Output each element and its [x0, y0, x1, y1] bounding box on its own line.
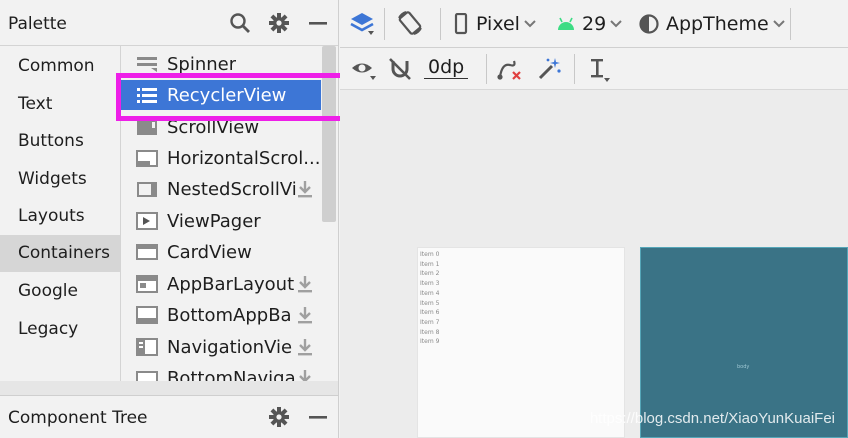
gear-icon[interactable] [266, 10, 292, 36]
widget-label: HorizontalScrol... [167, 147, 321, 169]
horizontal-scrollbar[interactable] [0, 381, 338, 395]
toolbar-separator [574, 54, 575, 84]
recycler-item: Item 5 [420, 299, 440, 307]
widget-label: BottomAppBa [167, 304, 292, 326]
recycler-item: Item 4 [420, 289, 440, 297]
widget-label: AppBarLayout [167, 273, 295, 295]
download-icon[interactable] [297, 306, 313, 329]
minimize-icon[interactable] [305, 10, 331, 36]
widget-label: CardView [167, 241, 252, 263]
widget-label: ViewPager [167, 210, 261, 232]
toolbar-separator [486, 54, 487, 84]
device-label: Pixel [476, 13, 520, 35]
recycler-item: Item 0 [420, 251, 440, 258]
palette-header: Palette [0, 0, 338, 46]
search-icon[interactable] [227, 10, 253, 36]
chevron-down-icon [772, 20, 785, 28]
design-editor: Pixel 29 AppTheme 0dp Item 0 Item 1 Item… [340, 0, 848, 438]
widget-label: NestedScrollVi [167, 178, 297, 200]
autoconnect-off-icon[interactable] [388, 57, 412, 81]
theme-icon [639, 14, 659, 34]
layers-icon[interactable] [348, 10, 376, 38]
chevron-down-icon [610, 20, 622, 28]
default-margin-value: 0dp [424, 56, 469, 79]
toolbar-separator [384, 8, 385, 40]
recycler-item: Item 8 [420, 328, 440, 336]
view-options-icon[interactable] [350, 57, 380, 81]
toolbar-separator [440, 8, 441, 40]
widget-label: NavigationVie [167, 336, 293, 358]
android-icon [558, 17, 574, 30]
bottomappbar-icon [135, 304, 159, 326]
category-widgets[interactable]: Widgets [0, 161, 120, 198]
gear-icon[interactable] [266, 404, 292, 430]
widget-label: BottomNaviga [167, 367, 296, 382]
widget-nestedscrollview[interactable]: NestedScrollVi [121, 174, 321, 204]
recycler-item: Item 6 [420, 309, 440, 317]
phone-icon [454, 13, 468, 35]
category-layouts[interactable]: Layouts [0, 198, 120, 235]
horizontal-scrollview-icon [135, 147, 159, 169]
category-legacy[interactable]: Legacy [0, 311, 120, 348]
widget-appbarlayout[interactable]: AppBarLayout [121, 269, 321, 299]
recycler-item: Item 3 [420, 280, 440, 288]
minimize-icon[interactable] [305, 404, 331, 430]
navigationview-icon [135, 336, 159, 358]
widget-label: Spinner [167, 53, 237, 75]
constraint-toolbar: 0dp [340, 48, 848, 90]
recycler-item: Item 9 [420, 338, 440, 346]
widget-bottomappbar[interactable]: BottomAppBa [121, 300, 321, 330]
widget-bottomnavigation[interactable]: BottomNaviga [121, 363, 321, 381]
bottomnavigation-icon [135, 367, 159, 381]
default-margin-field[interactable]: 0dp [424, 56, 469, 79]
category-common[interactable]: Common [0, 48, 120, 85]
watermark: https://blog.csdn.net/XiaoYunKuaiFei [589, 410, 835, 427]
widget-horizontalscrollview[interactable]: HorizontalScrol... [121, 143, 321, 173]
component-tree-header: Component Tree [0, 395, 338, 438]
component-tree-title: Component Tree [8, 408, 148, 428]
align-icon[interactable] [588, 57, 612, 83]
viewpager-icon [135, 210, 159, 232]
design-canvas[interactable]: Item 0 Item 1 Item 2 Item 3 Item 4 Item … [340, 90, 848, 438]
design-toolbar: Pixel 29 AppTheme [340, 0, 848, 48]
nested-scrollview-icon [135, 178, 159, 200]
highlight-box [116, 73, 352, 121]
category-containers[interactable]: Containers [0, 235, 120, 272]
chevron-down-icon [524, 20, 536, 28]
clear-constraints-icon[interactable] [496, 57, 522, 81]
theme-label: AppTheme [666, 13, 769, 35]
appbarlayout-icon [135, 273, 159, 295]
spinner-icon [135, 53, 159, 75]
download-icon[interactable] [297, 180, 313, 203]
infer-constraints-icon[interactable] [536, 56, 562, 82]
cardview-icon [135, 241, 159, 263]
widget-viewpager[interactable]: ViewPager [121, 206, 321, 236]
api-selector[interactable]: 29 [556, 13, 622, 35]
download-icon[interactable] [297, 369, 313, 381]
palette-title: Palette [8, 14, 67, 34]
widget-navigationview[interactable]: NavigationVie [121, 332, 321, 362]
recycler-item: Item 7 [420, 318, 440, 326]
category-buttons[interactable]: Buttons [0, 123, 120, 160]
recycler-item: Item 1 [420, 260, 440, 268]
api-level: 29 [582, 13, 607, 35]
device-selector[interactable]: Pixel [454, 13, 536, 35]
download-icon[interactable] [297, 275, 313, 298]
recycler-item: Item 2 [420, 270, 440, 278]
toolbar-separator [790, 8, 791, 40]
widget-cardview[interactable]: CardView [121, 237, 321, 267]
download-icon[interactable] [297, 338, 313, 361]
category-google[interactable]: Google [0, 273, 120, 310]
blueprint-surface[interactable]: body https://blog.csdn.net/XiaoYunKuaiFe… [590, 247, 848, 438]
blueprint-label: body [737, 364, 750, 370]
left-panel: Palette Common Text Buttons Widgets Layo… [0, 0, 352, 438]
theme-selector[interactable]: AppTheme [638, 13, 785, 35]
orientation-icon[interactable] [396, 10, 424, 38]
palette-categories: Common Text Buttons Widgets Layouts Cont… [0, 46, 121, 381]
category-text[interactable]: Text [0, 86, 120, 123]
